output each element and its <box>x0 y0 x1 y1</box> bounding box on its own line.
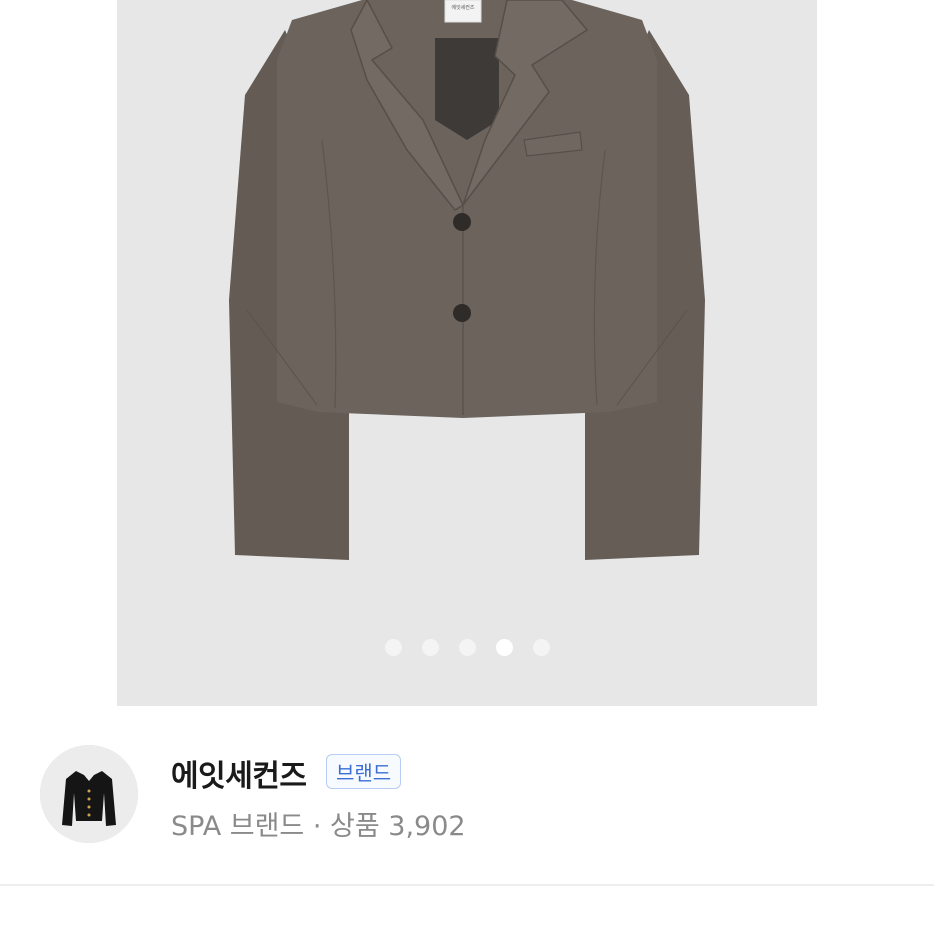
carousel-dot-1[interactable] <box>384 639 402 656</box>
jacket-thumbnail-icon <box>40 745 138 843</box>
section-divider <box>0 884 934 886</box>
brand-name[interactable]: 에잇세컨즈 <box>171 751 307 795</box>
brand-info-row[interactable]: 에잇세컨즈 브랜드 SPA 브랜드 · 상품 3,902 <box>40 745 900 845</box>
garment-tag-icon <box>444 0 482 23</box>
jacket-product-image: 에잇세컨즈 <box>229 0 705 560</box>
brand-meta: SPA 브랜드 · 상품 3,902 <box>171 811 466 842</box>
brand-avatar[interactable] <box>40 745 138 843</box>
garment-tag-text: 에잇세컨즈 <box>451 4 474 11</box>
jacket-button-bottom-icon <box>453 304 471 322</box>
carousel-dot-5[interactable] <box>532 639 550 656</box>
carousel-dot-3[interactable] <box>458 639 476 656</box>
carousel-dot-2[interactable] <box>421 639 439 656</box>
carousel-pagination[interactable] <box>117 639 817 657</box>
product-image-gallery[interactable]: 에잇세컨즈 <box>117 0 817 706</box>
brand-badge: 브랜드 <box>326 754 402 789</box>
jacket-button-top-icon <box>453 213 471 231</box>
carousel-dot-4[interactable] <box>495 639 513 656</box>
